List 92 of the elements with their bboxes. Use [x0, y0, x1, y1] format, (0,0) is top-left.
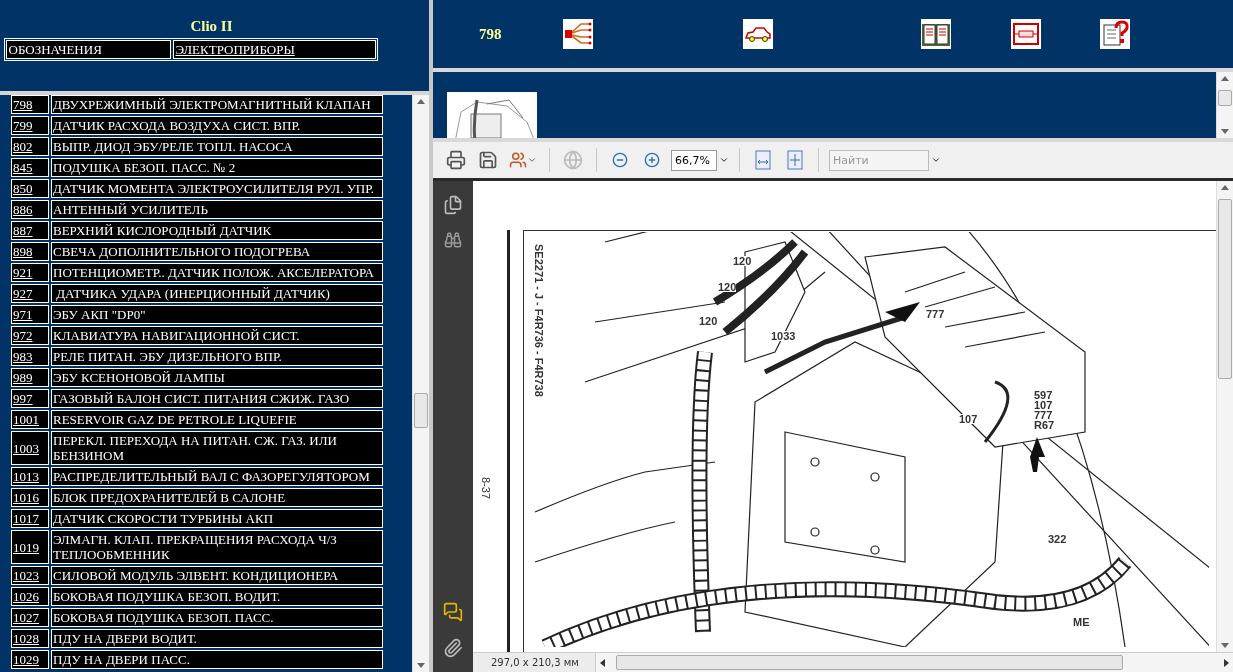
code-link[interactable]: 1027: [13, 610, 39, 625]
callout-label: 107: [1034, 400, 1053, 410]
code-link[interactable]: 927: [13, 286, 33, 301]
component-name: СВЕЧА ДОПОЛНИТЕЛЬНОГО ПОДОГРЕВА: [51, 242, 383, 261]
page-number: 8-37: [480, 477, 492, 500]
component-name: ДАТЧИК СКОРОСТИ ТУРБИНЫ АКП: [51, 509, 383, 528]
vertical-scrollbar[interactable]: [412, 95, 429, 672]
help-icon: [1100, 19, 1130, 49]
component-name: ЭЛМАГН. КЛАП. ПРЕКРАЩЕНИЯ РАСХОДА Ч/З ТЕПЛООБМЕННИК: [51, 530, 383, 564]
callout-label: 120: [699, 316, 718, 326]
component-name: ДАТЧИК РАСХОДА ВОЗДУХА СИСТ. ВПР.: [51, 116, 383, 135]
page-thumbnail[interactable]: [447, 92, 537, 138]
attachments-button[interactable]: [443, 638, 463, 658]
component-name: БОКОВАЯ ПОДУШКА БЕЗОП. ПАСС.: [51, 608, 383, 627]
component-name: ПОТЕНЦИОМЕТР.. ДАТЧИК ПОЛОЖ. АКСЕЛЕРАТОРА: [51, 263, 383, 282]
page-size: 297,0 x 210,3 мм: [490, 656, 580, 670]
code-link[interactable]: 921: [13, 265, 33, 280]
code-link[interactable]: 802: [13, 139, 33, 154]
code-link[interactable]: 1013: [13, 469, 39, 484]
component-name: ПОДУШКА БЕЗОП. ПАСС. № 2: [51, 158, 383, 177]
zoom-field[interactable]: 66,7%: [671, 149, 717, 171]
code-link[interactable]: 971: [13, 307, 33, 322]
code-link[interactable]: 886: [13, 202, 33, 217]
caret-icon: [527, 155, 537, 165]
callout-label: 597: [1034, 390, 1053, 400]
section-label: ОБОЗНАЧЕНИЯ: [5, 40, 171, 59]
component-name: ДАТЧИК МОМЕНТА ЭЛЕКТРОУСИЛИТЕЛЯ РУЛ. УПР.: [51, 179, 383, 198]
component-name: ПДУ НА ДВЕРИ ВОДИТ.: [51, 629, 383, 648]
callout-label: 120: [718, 282, 737, 292]
component-name: СИЛОВОЙ МОДУЛЬ ЭЛВЕНТ. КОНДИЦИОНЕРА: [51, 566, 383, 585]
vertical-scrollbar[interactable]: [1216, 72, 1233, 138]
component-name: ПЕРЕКЛ. ПЕРЕХОДА НА ПИТАН. СЖ. ГАЗ. ИЛИ БЕНЗИНОМ: [51, 431, 383, 465]
model-title: Clio II: [190, 18, 233, 35]
component-name: ВЫПР. ДИОД ЭБУ/РЕЛЕ ТОПЛ. НАСОСА: [51, 137, 383, 156]
code-link[interactable]: 1026: [13, 589, 39, 604]
component-name: ГАЗОВЫЙ БАЛОН СИСТ. ПИТАНИЯ СЖИЖ. ГАЗО: [51, 389, 383, 408]
people-icon: [509, 151, 527, 169]
caret-icon[interactable]: [931, 155, 941, 165]
binoculars-button[interactable]: [444, 231, 462, 249]
help-button[interactable]: [1100, 19, 1130, 49]
code-link[interactable]: 972: [13, 328, 33, 343]
code-link[interactable]: 983: [13, 349, 33, 364]
callout-label: 1033: [771, 331, 796, 341]
callout-label: 777: [926, 309, 945, 319]
component-name: ВЕРХНИЙ КИСЛОРОДНЫЙ ДАТЧИК: [51, 221, 383, 240]
component-name: ЭБУ АКП "DP0": [51, 305, 383, 324]
component-name: БЛОК ПРЕДОХРАНИТЕЛЕЙ В САЛОНЕ: [51, 488, 383, 507]
code-link[interactable]: 1028: [13, 631, 39, 646]
comments-button[interactable]: [443, 602, 463, 622]
component-name: ДАТЧИКА УДАРА (ИНЕРЦИОННЫЙ ДАТЧИК): [51, 284, 383, 303]
component-name: РЕЛЕ ПИТАН. ЭБУ ДИЗЕЛЬНОГО ВПР.: [51, 347, 383, 366]
vertical-scrollbar[interactable]: [1216, 181, 1233, 652]
car-button[interactable]: [743, 19, 773, 49]
manual-button[interactable]: [921, 19, 951, 49]
component-name: РАСПРЕДЕЛИТЕЛЬНЫЙ ВАЛ С ФАЗОРЕГУЛЯТОРОМ: [51, 467, 383, 486]
component-name: БОКОВАЯ ПОДУШКА БЕЗОП. ВОДИТ.: [51, 587, 383, 606]
code-link[interactable]: 1001: [13, 412, 39, 427]
code-link[interactable]: 798: [13, 97, 33, 112]
pages-button[interactable]: [443, 195, 463, 215]
callout-label: 777: [1034, 410, 1053, 420]
callout-label: R67: [1034, 420, 1055, 430]
selected-code: 798: [479, 25, 503, 43]
component-name: ПДУ НА ДВЕРИ ПАСС.: [51, 650, 383, 669]
code-link[interactable]: 850: [13, 181, 33, 196]
code-link[interactable]: 989: [13, 370, 33, 385]
search-field[interactable]: Найти: [829, 149, 929, 171]
code-link[interactable]: 1029: [13, 652, 39, 667]
callout-label: 322: [1048, 534, 1067, 544]
code-link[interactable]: 997: [13, 391, 33, 406]
horizontal-scrollbar[interactable]: [595, 653, 1233, 672]
code-link[interactable]: 1016: [13, 490, 39, 505]
section-link[interactable]: ЭЛЕКТРОПРИБОРЫ: [172, 40, 376, 59]
code-link[interactable]: 1019: [13, 539, 39, 555]
code-link[interactable]: 799: [13, 118, 33, 133]
callout-label: ME: [1073, 617, 1090, 627]
code-link[interactable]: 1023: [13, 568, 39, 583]
component-name: КЛАВИАТУРА НАВИГАЦИОННОЙ СИСТ.: [51, 326, 383, 345]
callout-label: 120: [733, 256, 752, 266]
code-link[interactable]: 887: [13, 223, 33, 238]
code-link[interactable]: 1017: [13, 511, 39, 526]
fuse-button[interactable]: [1011, 19, 1041, 49]
wiring-button[interactable]: [563, 19, 593, 49]
component-name: RESERVOIR GAZ DE PETROLE LIQUEFIE: [51, 410, 383, 429]
drawing-reference: SE2271 - J - F4R736 - F4R738: [533, 244, 545, 397]
component-name: ДВУХРЕЖИМНЫЙ ЭЛЕКТРОМАГНИТНЫЙ КЛАПАН: [51, 95, 383, 114]
caret-icon[interactable]: [719, 155, 729, 165]
code-link[interactable]: 845: [13, 160, 33, 175]
code-link[interactable]: 1003: [13, 440, 39, 456]
code-link[interactable]: 898: [13, 244, 33, 259]
callout-label: 107: [959, 414, 978, 424]
component-name: АНТЕННЫЙ УСИЛИТЕЛЬ: [51, 200, 383, 219]
component-name: ЭБУ КСЕНОНОВОЙ ЛАМПЫ: [51, 368, 383, 387]
